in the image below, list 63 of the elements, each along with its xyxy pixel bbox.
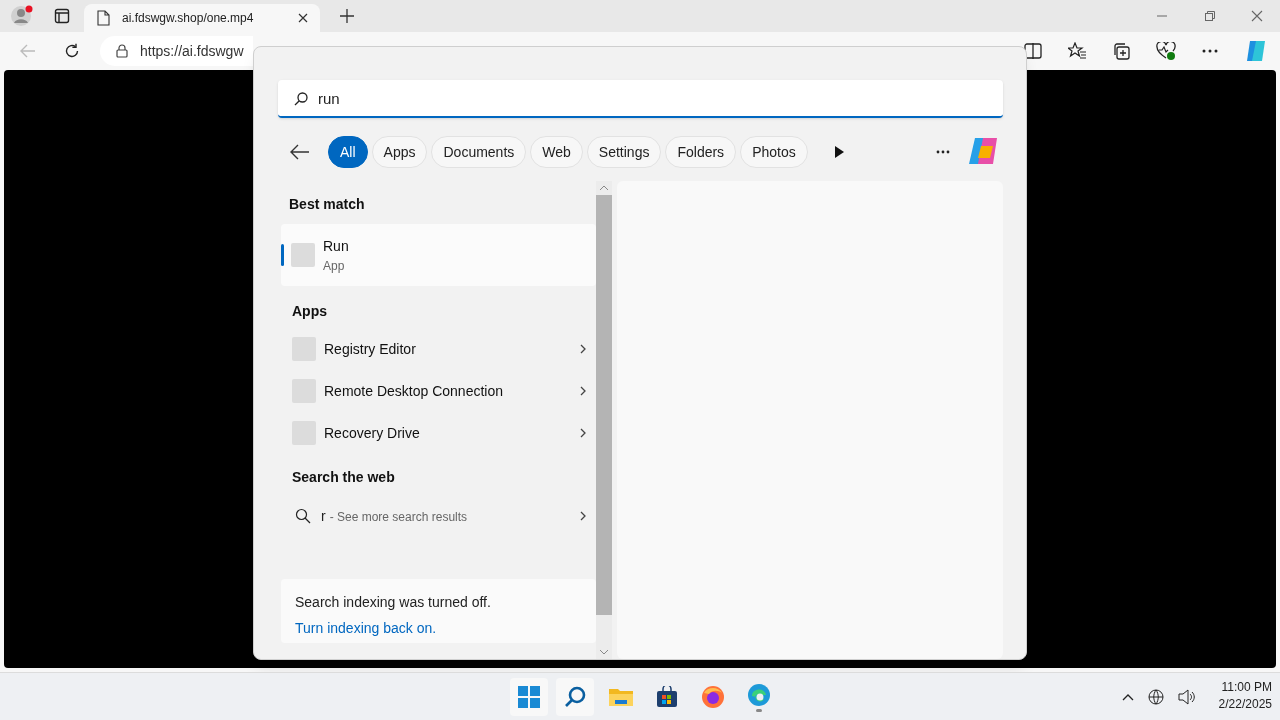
search-field[interactable]: run — [278, 80, 1003, 118]
more-icon[interactable] — [1202, 49, 1218, 53]
tab-actions-icon[interactable] — [54, 8, 70, 24]
favorites-icon[interactable] — [1068, 42, 1086, 60]
restore-icon[interactable] — [1205, 11, 1215, 21]
search-icon — [295, 508, 311, 524]
filter-chip[interactable]: Folders — [665, 136, 737, 168]
chevron-right-icon — [579, 385, 587, 397]
back-arrow-icon[interactable] — [290, 144, 310, 160]
start-button[interactable] — [510, 678, 548, 716]
search-icon — [294, 92, 308, 106]
search-icon — [563, 685, 587, 709]
folder-icon[interactable] — [609, 687, 633, 707]
copilot-icon[interactable] — [1244, 39, 1268, 63]
notice-text: Search indexing was turned off. — [295, 593, 492, 612]
app-type: App — [323, 257, 346, 275]
web-search-item[interactable]: r - See more search results — [281, 496, 596, 536]
app-list-item[interactable]: Remote Desktop Connection — [281, 371, 596, 411]
query-text: r — [321, 506, 326, 526]
indexing-link[interactable]: Turn indexing back on. — [295, 618, 596, 639]
filter-chip[interactable]: All — [328, 136, 368, 168]
scroll-down-icon[interactable] — [599, 649, 609, 655]
best-match-item[interactable]: Run App — [281, 224, 596, 286]
chevron-right-icon — [579, 510, 587, 522]
search-taskbar-button[interactable] — [556, 678, 594, 716]
document-icon — [96, 10, 110, 26]
section-heading: Search the web — [292, 468, 395, 487]
health-icon[interactable] — [1156, 42, 1176, 60]
store-bag-icon[interactable] — [656, 686, 678, 708]
lock-icon — [116, 44, 128, 58]
close-icon[interactable] — [298, 13, 308, 23]
speaker-icon[interactable] — [1178, 689, 1196, 705]
filter-chip[interactable]: Web — [530, 136, 583, 168]
more-icon[interactable] — [936, 150, 950, 154]
section-heading: Best match — [289, 195, 365, 214]
wave-browser-icon[interactable] — [747, 682, 771, 707]
app-list-item[interactable]: Recovery Drive — [281, 413, 596, 453]
new-tab-icon[interactable] — [340, 9, 354, 23]
filter-chip[interactable]: Settings — [586, 136, 662, 168]
clock[interactable]: 11:00 PM 2/22/2025 — [1200, 679, 1272, 713]
fox-globe-icon[interactable] — [701, 685, 725, 709]
collections-icon[interactable] — [1112, 42, 1130, 60]
scroll-up-icon[interactable] — [599, 185, 609, 191]
chevron-right-icon — [579, 343, 587, 355]
windows-logo-icon — [518, 686, 540, 708]
app-list-item[interactable]: Registry Editor — [281, 329, 596, 369]
chevron-up-icon[interactable] — [1122, 693, 1134, 701]
address-bar[interactable]: https://ai.fdswgw — [100, 36, 253, 66]
chevron-right-icon — [579, 427, 587, 439]
filter-chip[interactable]: Photos — [740, 136, 808, 168]
refresh-icon[interactable] — [64, 43, 80, 59]
browser-tab[interactable]: ai.fdswgw.shop/one.mp4 — [84, 4, 320, 32]
app-icon — [291, 243, 315, 267]
play-icon[interactable] — [833, 146, 844, 158]
filter-chip[interactable]: Documents — [431, 136, 527, 168]
globe-icon[interactable] — [1148, 689, 1164, 705]
filter-chip[interactable]: Apps — [371, 136, 428, 168]
copilot-icon[interactable] — [967, 136, 999, 166]
section-heading: Apps — [292, 302, 327, 321]
app-name: Run — [323, 236, 349, 256]
profile-icon[interactable] — [10, 4, 34, 28]
hint-text: - See more search results — [329, 508, 468, 526]
split-screen-icon[interactable] — [1024, 43, 1042, 59]
